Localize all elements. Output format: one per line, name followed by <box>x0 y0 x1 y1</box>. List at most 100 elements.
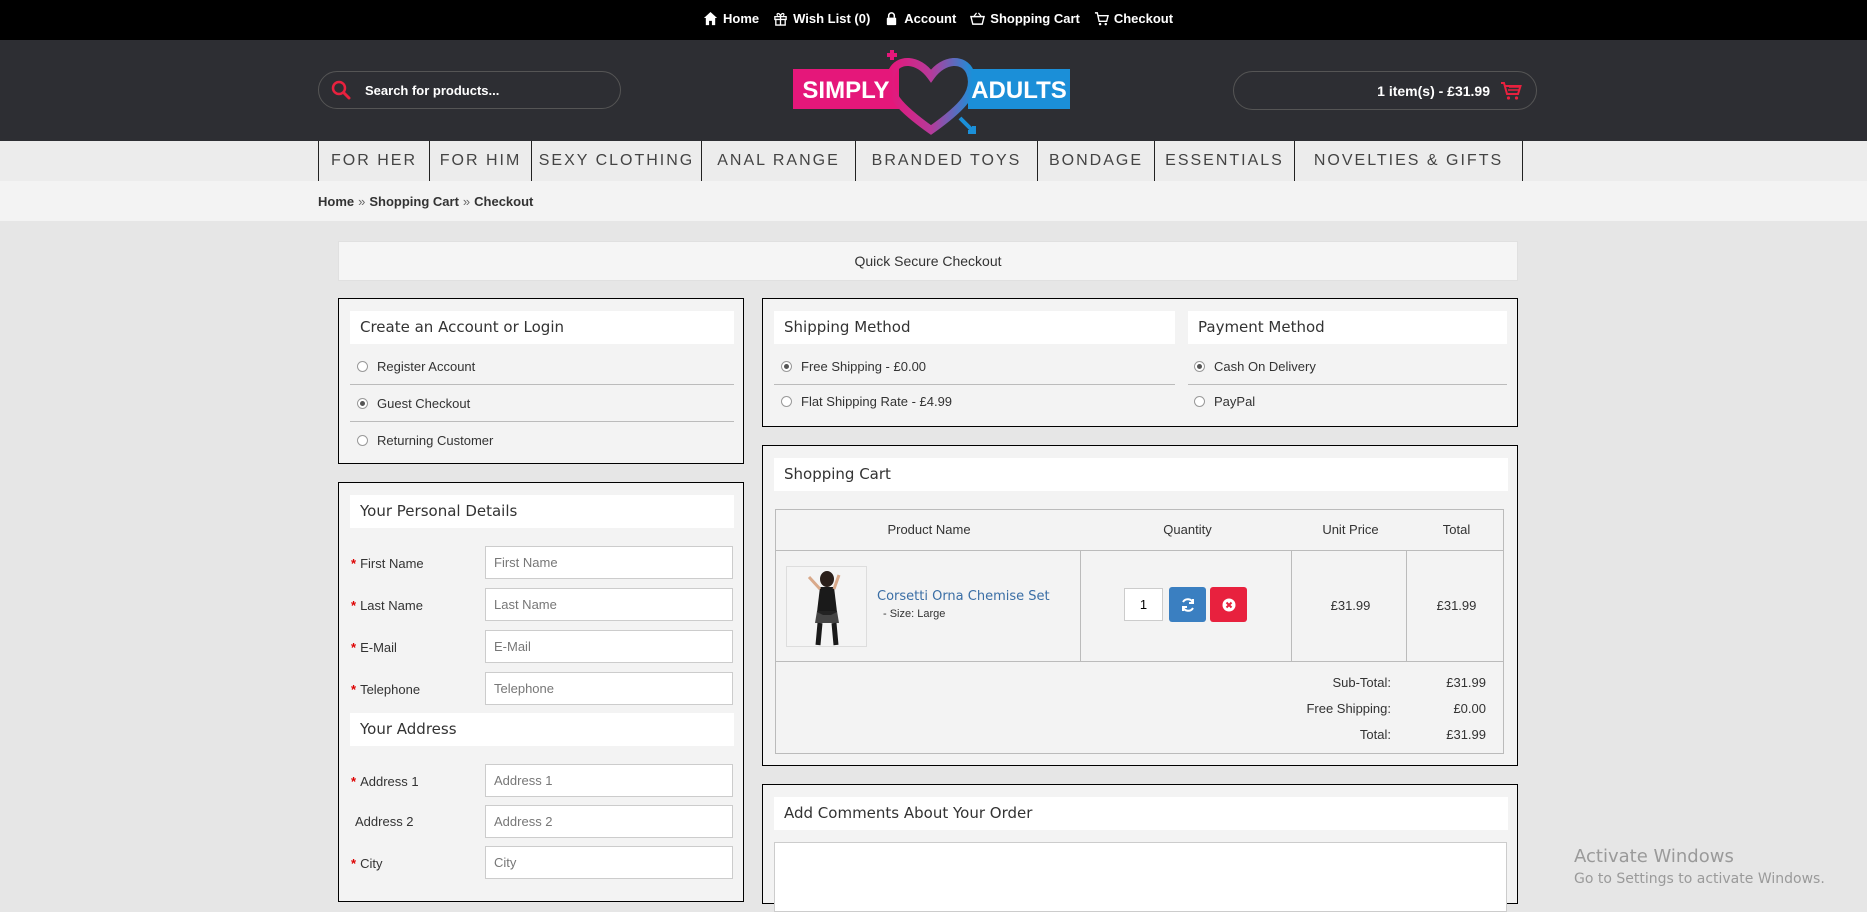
address-1-field[interactable] <box>485 764 733 797</box>
option-guest-checkout[interactable]: Guest Checkout <box>357 396 470 411</box>
option-free-shipping[interactable]: Free Shipping - £0.00 <box>781 359 926 374</box>
comments-title: Add Comments About Your Order <box>774 797 1508 830</box>
basket-icon <box>970 12 986 25</box>
address-2-field[interactable] <box>485 805 733 838</box>
site-logo[interactable]: SIMPLY ADULTS <box>792 46 1070 136</box>
remove-item-button[interactable] <box>1210 587 1247 622</box>
home-icon <box>703 11 718 26</box>
breadcrumb-checkout[interactable]: Checkout <box>474 194 533 209</box>
divider <box>774 384 1175 385</box>
option-cash-on-delivery[interactable]: Cash On Delivery <box>1194 359 1316 374</box>
option-paypal[interactable]: PayPal <box>1194 394 1255 409</box>
search-box[interactable] <box>318 71 621 109</box>
breadcrumb-separator: » <box>462 194 471 209</box>
account-panel: Create an Account or Login Register Acco… <box>338 298 744 464</box>
breadcrumb: Home» Shopping Cart» Checkout <box>318 194 533 209</box>
nav-for-her[interactable]: FOR HER <box>319 141 430 181</box>
top-nav-checkout-label: Checkout <box>1113 11 1174 26</box>
payment-method-title: Payment Method <box>1188 311 1507 344</box>
city-field[interactable] <box>485 846 733 879</box>
comments-textarea[interactable] <box>774 842 1507 912</box>
top-nav-home[interactable]: Home <box>703 11 759 26</box>
city-label: * City <box>351 856 382 871</box>
top-nav-account[interactable]: Account <box>884 11 956 26</box>
product-thumbnail[interactable] <box>786 566 867 647</box>
top-nav-shopping-cart-label: Shopping Cart <box>990 11 1080 26</box>
shopping-cart-title: Shopping Cart <box>774 458 1508 491</box>
required-marker: * <box>351 640 357 655</box>
refresh-icon <box>1181 597 1194 612</box>
nav-for-him[interactable]: FOR HIM <box>430 141 532 181</box>
email-field[interactable] <box>485 630 733 663</box>
col-header-product-name: Product Name <box>887 522 971 537</box>
option-free-shipping-label: Free Shipping - £0.00 <box>801 359 927 374</box>
option-register-account[interactable]: Register Account <box>357 359 475 374</box>
top-nav-wishlist-label: Wish List (0) <box>793 11 871 26</box>
top-nav: Home Wish List (0) Account Shopping Cart… <box>703 11 1173 26</box>
radio-register-account[interactable] <box>357 361 368 372</box>
account-panel-title: Create an Account or Login <box>350 311 734 344</box>
cart-icon <box>1501 81 1522 100</box>
email-label-text: E-Mail <box>360 640 397 655</box>
top-nav-wishlist[interactable]: Wish List (0) <box>773 11 870 26</box>
radio-free-shipping[interactable] <box>781 361 792 372</box>
last-name-field[interactable] <box>485 588 733 621</box>
breadcrumb-bar: Home» Shopping Cart» Checkout <box>0 181 1867 221</box>
required-marker: * <box>351 556 357 571</box>
col-header-unit-price: Unit Price <box>1322 522 1379 537</box>
radio-cash-on-delivery[interactable] <box>1194 361 1205 372</box>
city-label-text: City <box>360 856 383 871</box>
product-option: - Size: Large <box>883 608 946 620</box>
nav-branded-toys[interactable]: BRANDED TOYS <box>856 141 1038 181</box>
divider <box>350 421 734 422</box>
table-divider <box>1080 550 1081 661</box>
nav-anal-range[interactable]: ANAL RANGE <box>702 141 856 181</box>
breadcrumb-shopping-cart[interactable]: Shopping Cart <box>369 194 459 209</box>
shipping-payment-panel: Shipping Method Free Shipping - £0.00 Fl… <box>762 298 1518 427</box>
option-flat-shipping[interactable]: Flat Shipping Rate - £4.99 <box>781 394 952 409</box>
first-name-field[interactable] <box>485 546 733 579</box>
search-icon[interactable] <box>331 80 351 100</box>
nav-novelties-gifts[interactable]: NOVELTIES & GIFTS <box>1295 141 1523 181</box>
top-nav-home-label: Home <box>723 11 760 26</box>
shipping-method-title: Shipping Method <box>774 311 1175 344</box>
option-returning-customer-label: Returning Customer <box>377 433 494 448</box>
shipping-total-value: £0.00 <box>1453 701 1486 716</box>
logo-text-adults: ADULTS <box>971 77 1067 104</box>
unit-price: £31.99 <box>1330 598 1371 613</box>
option-returning-customer[interactable]: Returning Customer <box>357 433 493 448</box>
telephone-field[interactable] <box>485 672 733 705</box>
required-marker: * <box>351 856 357 871</box>
personal-details-title: Your Personal Details <box>350 495 734 528</box>
grand-total-label: Total: <box>1359 727 1391 742</box>
gift-icon <box>774 12 787 26</box>
option-flat-shipping-label: Flat Shipping Rate - £4.99 <box>801 394 953 409</box>
activate-windows-title: Activate Windows <box>1574 846 1734 867</box>
grand-total-value: £31.99 <box>1446 727 1486 742</box>
line-total: £31.99 <box>1436 598 1477 613</box>
required-marker: * <box>351 598 357 613</box>
search-input[interactable] <box>363 81 607 99</box>
email-label: * E-Mail <box>351 640 397 655</box>
product-name-link[interactable]: Corsetti Orna Chemise Set <box>877 589 1050 604</box>
radio-returning-customer[interactable] <box>357 435 368 446</box>
subtotal-value: £31.99 <box>1446 675 1486 690</box>
radio-paypal[interactable] <box>1194 396 1205 407</box>
header-cart-button[interactable]: 1 item(s) - £31.99 <box>1233 71 1537 110</box>
col-header-total: Total <box>1442 522 1471 537</box>
nav-sexy-clothing[interactable]: SEXY CLOTHING <box>532 141 702 181</box>
address-2-label-text: Address 2 <box>355 814 414 829</box>
breadcrumb-home[interactable]: Home <box>318 194 354 209</box>
top-nav-shopping-cart[interactable]: Shopping Cart <box>970 11 1080 26</box>
nav-bondage[interactable]: BONDAGE <box>1038 141 1155 181</box>
radio-flat-shipping[interactable] <box>781 396 792 407</box>
radio-guest-checkout[interactable] <box>357 398 368 409</box>
quantity-input[interactable] <box>1124 588 1163 621</box>
personal-details-panel: Your Personal Details *First Name *Last … <box>338 482 744 902</box>
update-quantity-button[interactable] <box>1169 587 1206 622</box>
nav-essentials[interactable]: ESSENTIALS <box>1155 141 1295 181</box>
top-nav-checkout[interactable]: Checkout <box>1094 11 1173 26</box>
main-nav: FOR HER FOR HIM SEXY CLOTHING ANAL RANGE… <box>318 141 1523 181</box>
address-2-label: Address 2 <box>351 814 414 829</box>
address-title: Your Address <box>350 713 734 746</box>
